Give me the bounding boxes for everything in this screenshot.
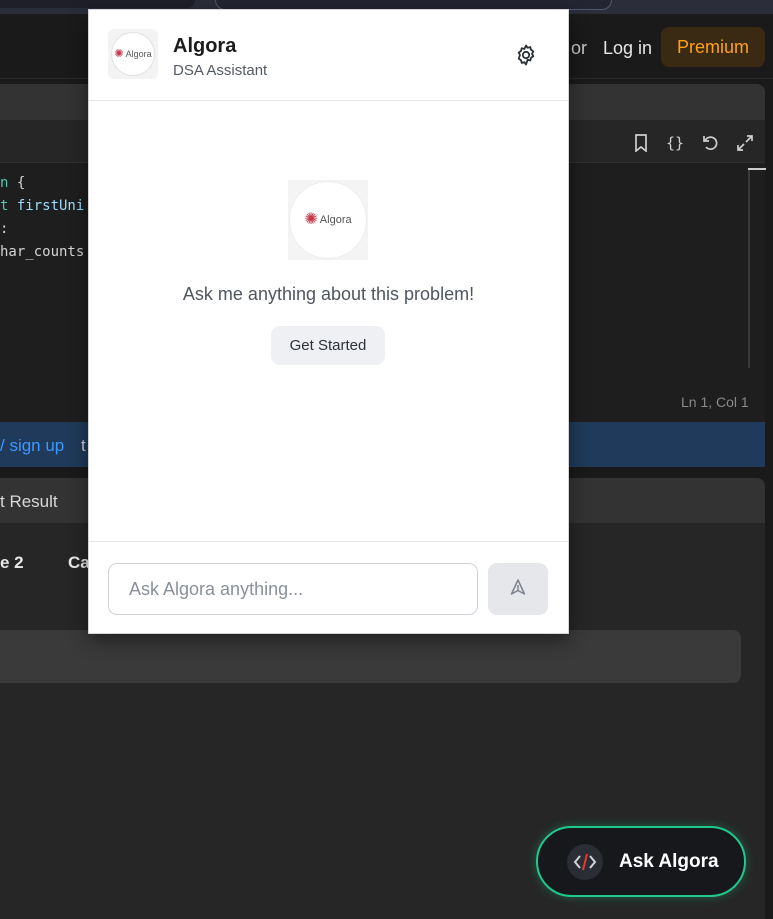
app-title: Algora	[173, 35, 237, 57]
algora-logo: ✺ Algora	[108, 29, 158, 79]
burst-icon: ✺	[114, 47, 124, 60]
get-started-button[interactable]: Get Started	[271, 326, 385, 365]
gear-icon[interactable]	[513, 42, 539, 68]
editor-scrollbar[interactable]	[748, 168, 750, 368]
reset-icon[interactable]	[699, 132, 721, 154]
premium-button[interactable]: Premium	[661, 27, 765, 67]
signup-banner-text: t	[81, 436, 86, 455]
browser-tab[interactable]	[0, 0, 195, 8]
send-button[interactable]	[488, 563, 548, 615]
cursor-position: Ln 1, Col 1	[681, 394, 749, 410]
send-icon	[509, 578, 527, 601]
ask-algora-button[interactable]: Ask Algora	[536, 826, 746, 897]
code-line: :	[0, 221, 9, 237]
burst-icon: ✺	[304, 211, 318, 228]
signup-link[interactable]: / sign up	[0, 436, 64, 456]
empty-state-message: Ask me anything about this problem!	[182, 284, 475, 304]
popup-footer	[89, 541, 568, 634]
code-lines[interactable]: n { t firstUni : har_counts	[0, 172, 84, 264]
case-input-box[interactable]	[0, 630, 741, 683]
bookmark-icon[interactable]	[630, 132, 652, 154]
login-link[interactable]: Log in	[603, 38, 652, 59]
code-icon	[567, 843, 603, 880]
ask-algora-label: Ask Algora	[619, 850, 719, 872]
or-text: or	[571, 38, 588, 58]
code-line: n {	[0, 175, 26, 191]
case-3-tab[interactable]: Ca	[68, 553, 90, 573]
format-braces-icon[interactable]: {}	[664, 132, 686, 154]
popup-header: ✺ Algora Algora DSA Assistant	[89, 10, 568, 101]
tab-test-result[interactable]: t Result	[0, 492, 58, 512]
code-line: t firstUni	[0, 198, 85, 214]
app-subtitle: DSA Assistant	[173, 62, 268, 79]
editor-scrollbar-marker	[748, 168, 766, 170]
chat-input[interactable]	[108, 563, 478, 615]
algora-empty-logo: ✺ Algora	[288, 180, 368, 260]
code-line: har_counts	[0, 244, 85, 260]
case-2-tab[interactable]: e 2	[0, 553, 24, 573]
algora-chat-popup: ✺ Algora Algora DSA Assistant ✺ Algora Ask…	[88, 9, 569, 634]
expand-icon[interactable]	[734, 132, 756, 154]
